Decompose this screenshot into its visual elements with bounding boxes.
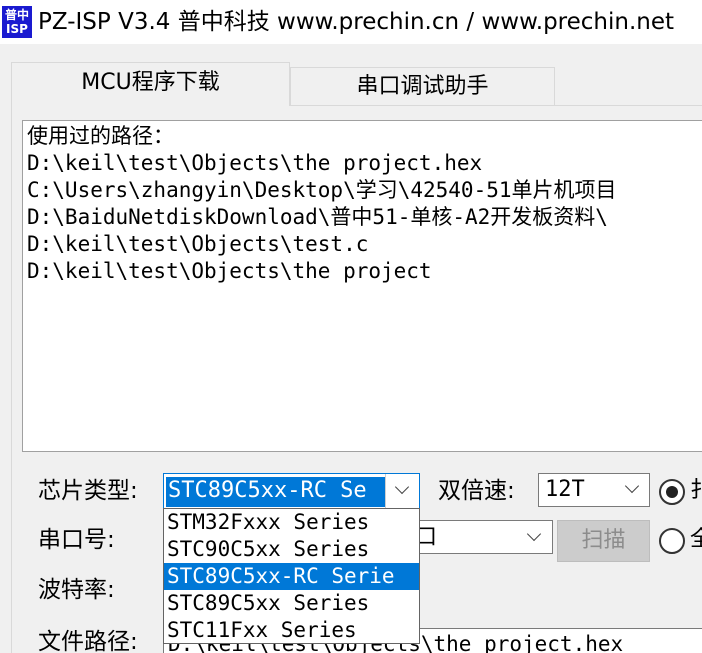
history-item[interactable]: D:\BaiduNetdiskDownload\普中51-单核-A2开发板资料\ xyxy=(27,204,702,231)
dropdown-option[interactable]: STC11Fxx Series xyxy=(164,617,419,643)
double-speed-select[interactable]: 12T xyxy=(538,473,650,507)
history-heading: 使用过的路径： xyxy=(27,124,174,148)
path-history-box[interactable]: 使用过的路径： D:\keil\test\Objects\the project… xyxy=(22,120,702,452)
tab-serial-debug[interactable]: 串口调试助手 xyxy=(290,67,555,105)
baud-rate-label: 波特率: xyxy=(38,577,115,603)
history-item[interactable]: D:\keil\test\Objects\the project.hex xyxy=(27,150,702,177)
radio-option-1-label: 扌 xyxy=(690,478,702,503)
chip-type-value: STC89C5xx-RC Se xyxy=(166,477,386,507)
dropdown-option[interactable]: STC90C5xx Series xyxy=(164,536,419,563)
chevron-down-icon xyxy=(624,478,640,494)
double-speed-value: 12T xyxy=(545,477,585,502)
dropdown-option[interactable]: STC89C5xx Series xyxy=(164,590,419,617)
scan-button[interactable]: 扫描 xyxy=(557,520,650,562)
title-bar: 普中 ISP PZ-ISP V3.4 普中科技 www.prechin.cn / … xyxy=(0,0,702,44)
port-label: 串口号: xyxy=(38,527,115,553)
radio-option-2[interactable] xyxy=(659,528,685,554)
history-item[interactable]: D:\keil\test\Objects\test.c xyxy=(27,231,702,258)
radio-selected-dot xyxy=(666,486,678,498)
chevron-down-icon xyxy=(394,479,410,495)
radio-option-1[interactable] xyxy=(659,479,685,505)
app-logo-icon: 普中 ISP xyxy=(2,6,32,38)
file-path-label: 文件路径: xyxy=(38,629,138,653)
port-select[interactable]: 口 xyxy=(400,520,553,554)
chip-type-dropdown-list: STM32Fxxx Series STC90C5xx Series STC89C… xyxy=(163,508,420,644)
history-item[interactable]: D:\keil\test\Objects\the project xyxy=(27,258,702,285)
double-speed-label: 双倍速: xyxy=(438,478,515,504)
tab-mcu-download[interactable]: MCU程序下载 xyxy=(11,62,290,106)
chevron-down-icon xyxy=(526,526,542,542)
window-title: PZ-ISP V3.4 普中科技 www.prechin.cn / www.pr… xyxy=(38,9,675,35)
chip-type-label: 芯片类型: xyxy=(38,478,138,504)
chip-type-dropdown-button[interactable] xyxy=(385,474,419,508)
dropdown-option[interactable]: STM32Fxxx Series xyxy=(164,509,419,536)
dropdown-option-selected[interactable]: STC89C5xx-RC Serie xyxy=(164,563,419,590)
radio-option-2-label: 全 xyxy=(690,527,702,552)
chip-type-select[interactable]: STC89C5xx-RC Se xyxy=(163,473,420,509)
history-item[interactable]: C:\Users\zhangyin\Desktop\学习\42540-51单片机… xyxy=(27,177,702,204)
